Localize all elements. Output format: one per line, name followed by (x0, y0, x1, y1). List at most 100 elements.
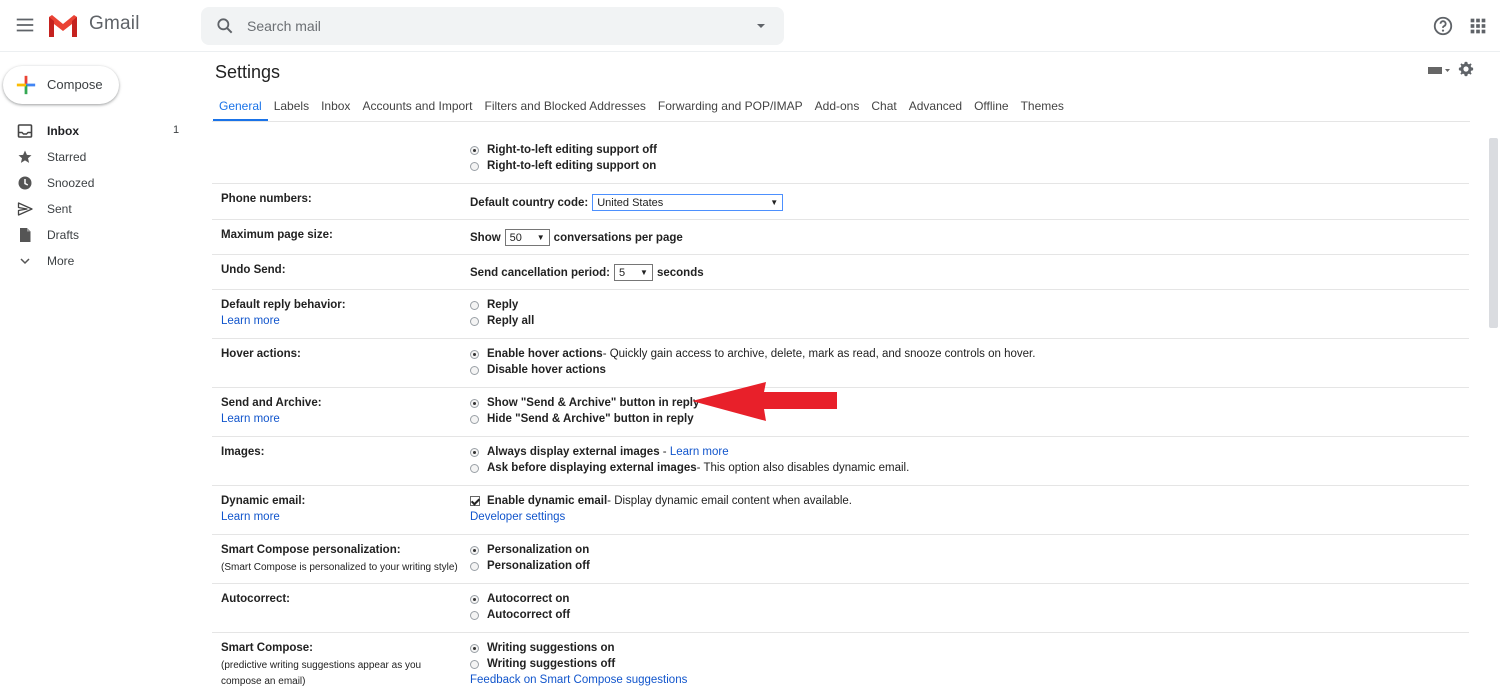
personalization-on-option[interactable]: Personalization on (470, 544, 589, 556)
reply-radio[interactable] (470, 300, 479, 310)
reply-all-radio[interactable] (470, 316, 479, 326)
ask-before-images-radio[interactable] (470, 463, 479, 473)
undo-send-control: Send cancellation period: 5 ▼ seconds (470, 264, 704, 281)
search-options-dropdown-icon[interactable] (754, 19, 768, 33)
send-and-archive-label: Send and Archive: (221, 397, 322, 409)
always-display-images-label: Always display external images (487, 446, 660, 458)
sidebar-item-count: 1 (173, 124, 180, 136)
settings-tabs: General Labels Inbox Accounts and Import… (213, 94, 1070, 122)
enable-dynamic-email-option[interactable]: Enable dynamic email - Display dynamic e… (470, 495, 852, 507)
reply-all-option[interactable]: Reply all (470, 315, 534, 327)
tab-forwarding-and-pop-imap[interactable]: Forwarding and POP/IMAP (652, 94, 809, 122)
tab-offline[interactable]: Offline (968, 94, 1014, 122)
enable-hover-description: - Quickly gain access to archive, delete… (602, 348, 1036, 360)
settings-row-dynamic-email: Dynamic email: Learn more Enable dynamic… (212, 486, 1469, 535)
personalization-off-radio[interactable] (470, 561, 479, 571)
tab-advanced[interactable]: Advanced (903, 94, 968, 122)
images-learn-more-link[interactable]: Learn more (670, 446, 729, 458)
ask-before-images-label: Ask before displaying external images (487, 462, 697, 474)
personalization-on-label: Personalization on (487, 544, 590, 556)
autocorrect-off-radio[interactable] (470, 610, 479, 620)
sidebar-item-starred[interactable]: Starred (0, 144, 200, 170)
rtl-off-radio[interactable] (470, 145, 479, 155)
gmail-logo-text[interactable]: Gmail (89, 13, 140, 35)
tab-accounts-and-import[interactable]: Accounts and Import (356, 94, 478, 122)
tab-inbox[interactable]: Inbox (315, 94, 356, 122)
enable-hover-radio[interactable] (470, 349, 479, 359)
personalization-off-option[interactable]: Personalization off (470, 560, 590, 572)
page-size-control: Show 50 ▼ conversations per page (470, 229, 683, 246)
reply-option[interactable]: Reply (470, 299, 518, 311)
hide-send-archive-radio[interactable] (470, 414, 479, 424)
country-code-value: United States (597, 196, 664, 209)
autocorrect-off-option[interactable]: Autocorrect off (470, 609, 570, 621)
writing-suggestions-on-label: Writing suggestions on (487, 642, 615, 654)
sidebar-item-snoozed[interactable]: Snoozed (0, 170, 200, 196)
draft-icon (20, 228, 31, 242)
send-archive-learn-more-link[interactable]: Learn more (221, 413, 280, 425)
settings-row-rtl: Right-to-left editing support off Right-… (212, 122, 1469, 184)
show-send-archive-option[interactable]: Show "Send & Archive" button in reply (470, 397, 699, 409)
images-separator: - (659, 446, 670, 458)
developer-settings-link[interactable]: Developer settings (470, 511, 565, 523)
personalization-label: Smart Compose personalization: (221, 544, 401, 556)
tab-themes[interactable]: Themes (1015, 94, 1070, 122)
sidebar-item-more[interactable]: More (0, 248, 200, 274)
show-send-archive-radio[interactable] (470, 398, 479, 408)
search-icon[interactable] (215, 16, 235, 36)
tab-labels[interactable]: Labels (268, 94, 315, 122)
images-label: Images: (221, 446, 265, 458)
smart-compose-feedback-link[interactable]: Feedback on Smart Compose suggestions (470, 674, 687, 686)
ask-before-images-option[interactable]: Ask before displaying external images - … (470, 462, 909, 474)
compose-button[interactable]: Compose (3, 66, 119, 104)
writing-suggestions-off-radio[interactable] (470, 659, 479, 669)
rtl-on-option[interactable]: Right-to-left editing support on (470, 160, 656, 172)
page-title: Settings (215, 62, 281, 82)
menu-icon[interactable] (14, 14, 36, 36)
personalization-on-radio[interactable] (470, 545, 479, 555)
sidebar-item-drafts[interactable]: Drafts (0, 222, 200, 248)
writing-suggestions-on-option[interactable]: Writing suggestions on (470, 642, 615, 654)
search-bar[interactable] (201, 7, 784, 45)
gmail-logo-icon[interactable] (47, 13, 79, 39)
always-display-images-radio[interactable] (470, 447, 479, 457)
sidebar-item-label: More (47, 254, 75, 268)
hide-send-archive-option[interactable]: Hide "Send & Archive" button in reply (470, 413, 694, 425)
nav-list: Inbox 1 Starred Snoozed Sent Drafts More (0, 118, 200, 274)
disable-hover-radio[interactable] (470, 365, 479, 375)
tab-filters-and-blocked-addresses[interactable]: Filters and Blocked Addresses (479, 94, 652, 122)
cancellation-period-select[interactable]: 5 ▼ (613, 264, 653, 281)
writing-suggestions-on-radio[interactable] (470, 643, 479, 653)
scrollbar-thumb[interactable] (1489, 138, 1498, 328)
sidebar-item-inbox[interactable]: Inbox 1 (0, 118, 200, 144)
enable-dynamic-email-checkbox[interactable] (470, 496, 480, 506)
search-input[interactable] (247, 16, 727, 36)
page-size-select[interactable]: 50 ▼ (504, 229, 550, 246)
tab-add-ons[interactable]: Add-ons (809, 94, 866, 122)
tab-general[interactable]: General (213, 94, 268, 122)
autocorrect-on-option[interactable]: Autocorrect on (470, 593, 569, 605)
sidebar-item-label: Drafts (47, 228, 80, 242)
autocorrect-off-label: Autocorrect off (487, 609, 571, 621)
input-tools-keyboard-icon[interactable] (1427, 64, 1451, 78)
dropdown-arrow-icon: ▼ (770, 198, 779, 207)
dynamic-email-learn-more-link[interactable]: Learn more (221, 511, 280, 523)
autocorrect-label: Autocorrect: (221, 593, 291, 605)
rtl-on-radio[interactable] (470, 161, 479, 171)
writing-suggestions-off-option[interactable]: Writing suggestions off (470, 658, 615, 670)
tab-chat[interactable]: Chat (865, 94, 902, 122)
enable-hover-option[interactable]: Enable hover actions - Quickly gain acce… (470, 348, 1035, 360)
gear-icon[interactable] (1458, 61, 1474, 77)
default-reply-learn-more-link[interactable]: Learn more (221, 315, 280, 327)
google-apps-icon[interactable] (1467, 15, 1489, 37)
help-icon[interactable] (1432, 15, 1454, 37)
settings-row-hover-actions: Hover actions: Enable hover actions - Qu… (212, 339, 1469, 388)
hide-send-archive-label: Hide "Send & Archive" button in reply (487, 413, 694, 425)
country-code-select[interactable]: United States ▼ (592, 194, 784, 211)
autocorrect-on-radio[interactable] (470, 594, 479, 604)
rtl-off-option[interactable]: Right-to-left editing support off (470, 144, 657, 156)
always-display-images-option[interactable]: Always display external images - Learn m… (470, 446, 729, 458)
sidebar-item-sent[interactable]: Sent (0, 196, 200, 222)
disable-hover-option[interactable]: Disable hover actions (470, 364, 606, 376)
page-size-suffix: conversations per page (553, 231, 683, 244)
